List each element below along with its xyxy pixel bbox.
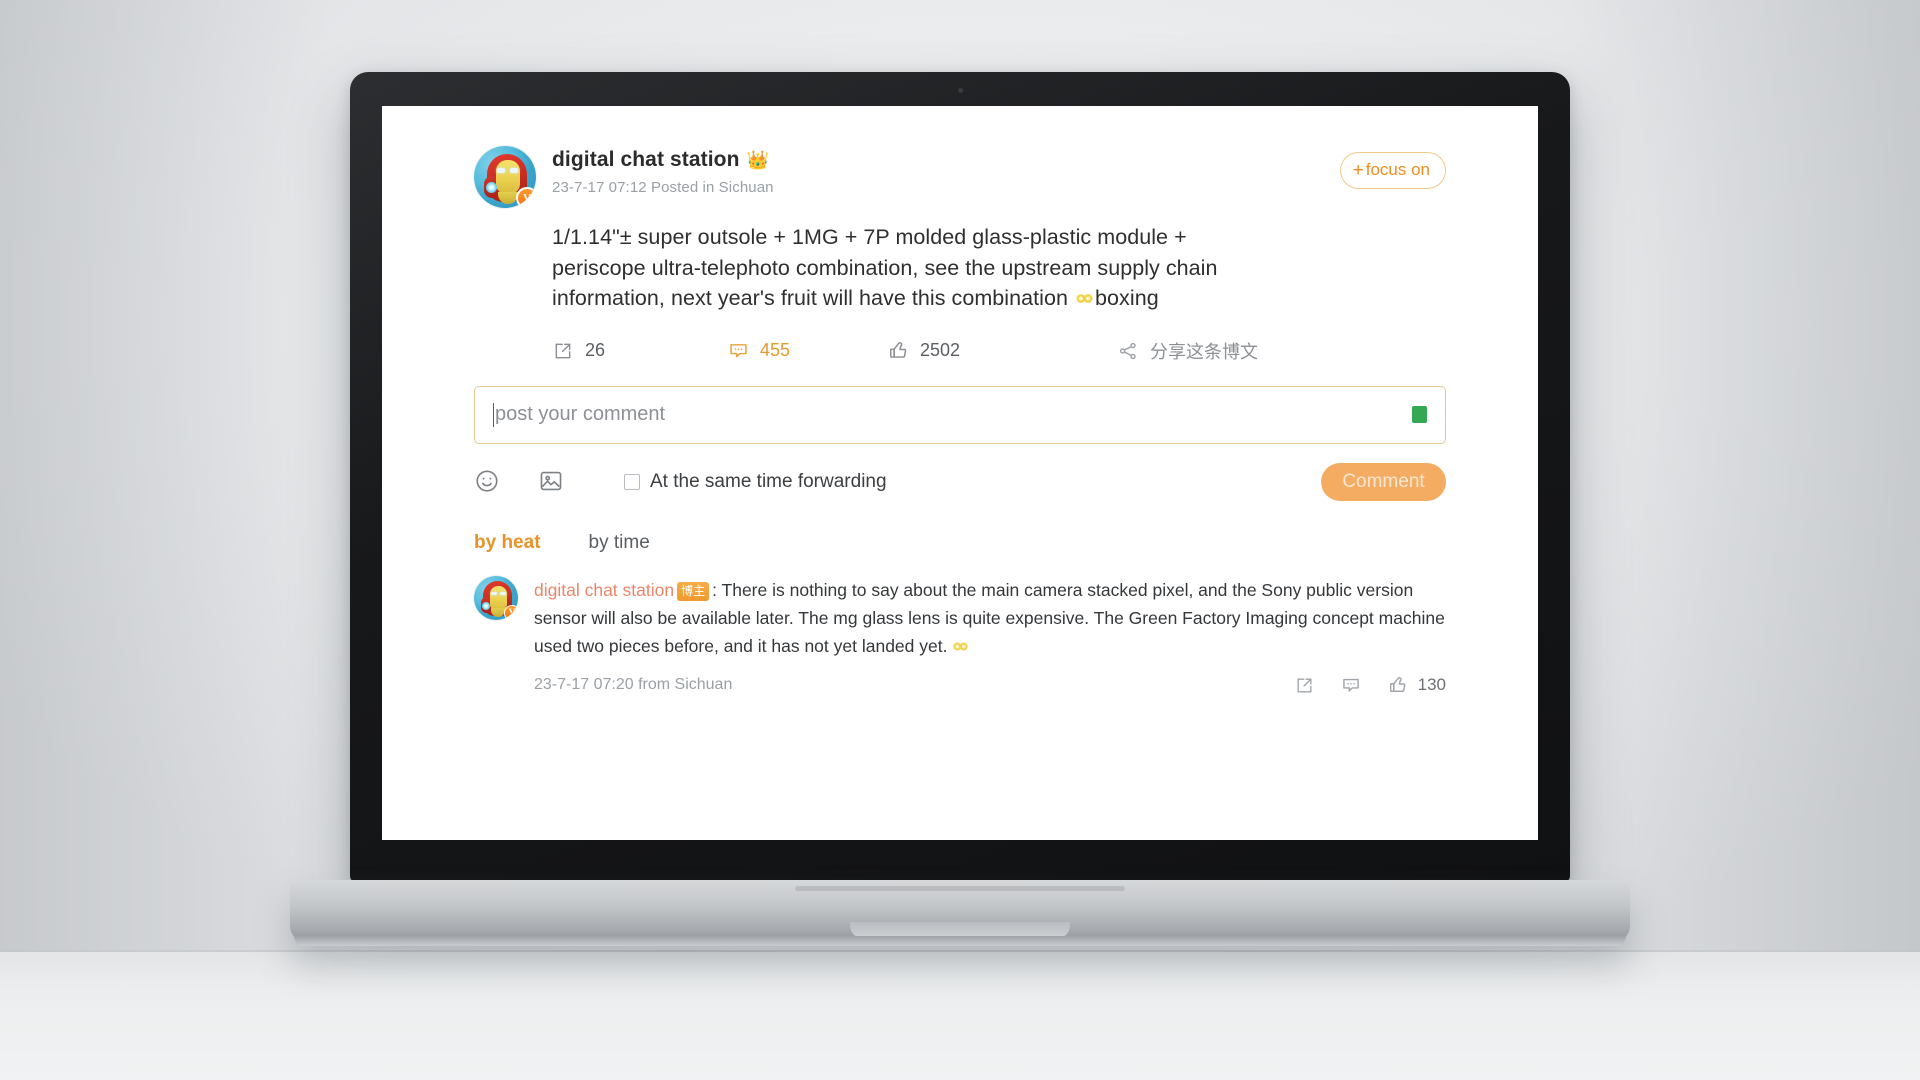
post-timestamp-location: 23-7-17 07:12 Posted in Sichuan <box>552 179 774 196</box>
goggles-emoji-icon <box>1076 294 1093 303</box>
comment-like-count: 130 <box>1417 675 1446 695</box>
laptop-mockup: V digital chat station 👑 23-7-17 07:12 P… <box>290 72 1630 1012</box>
avatar-art-eye-right <box>510 168 518 173</box>
verified-badge-icon: V <box>504 604 518 620</box>
comment-item: V digital chat station 博主: There is nothi… <box>474 575 1446 696</box>
avatar-art-eye-left <box>491 591 497 596</box>
author-avatar[interactable]: V <box>474 146 536 208</box>
author-block: digital chat station 👑 23-7-17 07:12 Pos… <box>552 146 774 196</box>
green-square-icon[interactable] <box>1412 406 1427 424</box>
comment-stat[interactable]: 455 <box>727 340 887 362</box>
browser-viewport: V digital chat station 👑 23-7-17 07:12 P… <box>382 106 1538 840</box>
forward-checkbox-row[interactable]: At the same time forwarding <box>624 471 887 493</box>
laptop-lid: V digital chat station 👑 23-7-17 07:12 P… <box>350 72 1570 882</box>
verified-badge-icon: V <box>516 187 536 208</box>
author-row: digital chat station 👑 <box>552 148 774 172</box>
post-stats-row: 26 455 2502 分享这条博文 <box>552 338 1446 382</box>
crown-icon: 👑 <box>746 150 769 170</box>
text-caret <box>493 402 494 427</box>
trackpad-shadow <box>795 886 1125 891</box>
share-nodes-icon <box>1117 340 1139 362</box>
comment-separator: : <box>712 579 717 600</box>
comment-timestamp: 23-7-17 07:20 from Sichuan <box>534 676 733 694</box>
forward-checkbox[interactable] <box>624 473 640 490</box>
comment-input-placeholder: post your comment <box>495 403 666 426</box>
repost-stat[interactable]: 26 <box>552 340 727 362</box>
backdrop-shadow-left <box>0 0 330 1080</box>
focus-on-label: focus on <box>1365 160 1430 179</box>
thumbs-up-icon <box>887 340 909 362</box>
comment-bubble-icon[interactable] <box>1341 675 1362 696</box>
post-header: V digital chat station 👑 23-7-17 07:12 P… <box>474 146 1446 208</box>
comment-actions: 130 <box>1294 675 1446 696</box>
share-label: 分享这条博文 <box>1150 341 1258 362</box>
comment-input-box[interactable]: post your comment <box>474 385 1446 444</box>
avatar-art-eye-left <box>497 168 505 173</box>
avatar-art-face <box>490 585 507 611</box>
avatar-art-face <box>496 160 520 194</box>
comment-bubble-icon <box>727 340 749 362</box>
comment-footer: 23-7-17 07:20 from Sichuan 130 <box>534 675 1446 696</box>
focus-on-button[interactable]: + focus on <box>1339 152 1446 189</box>
avatar-art-arc-reactor <box>482 601 490 610</box>
avatar-art-chin <box>498 192 518 204</box>
comment-count: 455 <box>760 340 791 361</box>
blogger-badge: 博主 <box>677 581 710 601</box>
comment-body: digital chat station 博主: There is nothing… <box>534 576 1446 696</box>
plus-icon: + <box>1352 159 1364 181</box>
laptop-base-foot <box>294 936 1626 946</box>
comment-sort-tabs: by heat by time <box>474 532 1446 554</box>
like-stat[interactable]: 2502 <box>887 340 1117 362</box>
goggles-emoji-icon <box>953 642 968 651</box>
repost-count: 26 <box>585 340 606 361</box>
forward-checkbox-label: At the same time forwarding <box>650 470 887 492</box>
avatar-art-eye-right <box>500 591 506 596</box>
avatar-art-arc-reactor <box>486 182 497 193</box>
post-body-tail: boxing <box>1095 286 1159 311</box>
share-stat[interactable]: 分享这条博文 <box>1117 338 1258 364</box>
share-arrow-icon <box>552 340 574 362</box>
submit-comment-button[interactable]: Comment <box>1321 462 1446 501</box>
like-count: 2502 <box>920 340 961 361</box>
smiley-face-icon[interactable] <box>474 468 502 496</box>
sort-tab-by-time[interactable]: by time <box>589 532 650 554</box>
weibo-post: V digital chat station 👑 23-7-17 07:12 P… <box>382 106 1538 696</box>
thumbs-up-icon <box>1388 675 1409 696</box>
picture-icon[interactable] <box>538 468 566 496</box>
commenter-name[interactable]: digital chat station <box>534 580 674 600</box>
share-arrow-icon[interactable] <box>1294 675 1315 696</box>
composer-toolbar: At the same time forwarding Comment <box>474 462 1446 502</box>
comment-like-group[interactable]: 130 <box>1388 675 1446 696</box>
author-name[interactable]: digital chat station <box>552 148 740 172</box>
comment-text: digital chat station 博主: There is nothing… <box>534 576 1446 661</box>
post-body-text: 1/1.14"± super outsole + 1MG + 7P molded… <box>552 222 1252 314</box>
commenter-avatar[interactable]: V <box>474 575 518 620</box>
sort-tab-by-heat[interactable]: by heat <box>474 532 541 554</box>
